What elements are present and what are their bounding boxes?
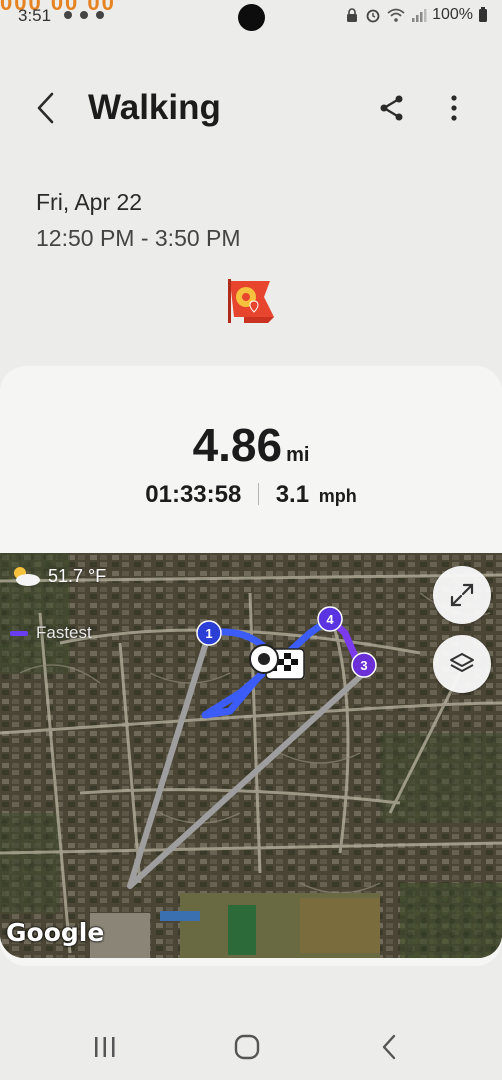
more-vertical-icon — [451, 95, 457, 121]
distance-value: 4.86 — [192, 419, 283, 471]
marker-1-label: 1 — [205, 626, 212, 641]
route-marker-3[interactable]: 3 — [351, 652, 377, 678]
share-button[interactable] — [372, 88, 412, 128]
page-title: Walking — [88, 88, 221, 127]
location-flag-icon — [228, 279, 274, 323]
marker-3-label: 3 — [360, 658, 367, 673]
battery-percent: 100% — [432, 6, 473, 23]
route-map[interactable]: 1 3 4 51.7 °F Fastest Google — [0, 553, 502, 958]
chevron-left-icon — [37, 92, 54, 124]
header: Walking — [0, 78, 502, 138]
legend-label: Fastest — [36, 623, 92, 642]
marker-4-label: 4 — [326, 612, 334, 627]
duration-value: 01:33:58 — [145, 481, 242, 508]
divider — [258, 483, 260, 505]
notification-icons — [60, 6, 112, 22]
map-layers-button[interactable] — [433, 635, 491, 693]
expand-icon — [450, 583, 474, 607]
status-bar: 000 00 00 3:51 100% — [0, 0, 502, 38]
satellite-map: 1 3 4 — [0, 553, 502, 958]
speed-unit: mph — [318, 486, 357, 506]
google-attribution: Google — [6, 918, 105, 947]
lock-icon — [347, 8, 358, 22]
speed-value: 3.1 — [275, 481, 310, 508]
signal-icon — [412, 9, 427, 22]
route-marker-1[interactable]: 1 — [196, 620, 222, 646]
recent-apps-button[interactable] — [80, 1029, 130, 1065]
recent-apps-icon — [95, 1037, 115, 1057]
share-icon — [380, 95, 403, 121]
start-point-icon — [249, 644, 279, 674]
home-button[interactable] — [222, 1029, 272, 1065]
session-date: Fri, Apr 22 — [36, 189, 143, 215]
weather-temperature: 51.7 °F — [48, 565, 107, 586]
duration-speed-row: 01:33:58 3.1 mph — [0, 481, 502, 509]
back-icon — [382, 1034, 396, 1060]
status-time: 3:51 — [18, 6, 52, 25]
legend-swatch — [10, 630, 28, 636]
status-right: 100% — [344, 6, 488, 24]
back-button[interactable] — [26, 86, 66, 130]
camera-cutout — [238, 4, 265, 31]
session-time-range: 12:50 PM - 3:50 PM — [36, 225, 241, 251]
system-back-button[interactable] — [365, 1029, 415, 1065]
route-marker-4[interactable]: 4 — [317, 606, 343, 632]
wifi-icon — [387, 8, 405, 22]
map-legend: Fastest — [10, 623, 92, 643]
more-options-button[interactable] — [434, 88, 474, 128]
battery-icon — [479, 7, 487, 22]
distance-unit: mi — [286, 444, 310, 466]
expand-map-button[interactable] — [433, 566, 491, 624]
distance-row: 4.86 mi — [0, 418, 502, 472]
system-nav-bar — [0, 1015, 502, 1080]
weather-info: 51.7 °F — [10, 565, 106, 587]
layers-icon — [450, 653, 474, 672]
home-icon — [234, 1034, 260, 1060]
notification-icon — [64, 11, 104, 19]
alarm-icon — [366, 9, 380, 23]
partly-cloudy-icon — [14, 567, 40, 586]
